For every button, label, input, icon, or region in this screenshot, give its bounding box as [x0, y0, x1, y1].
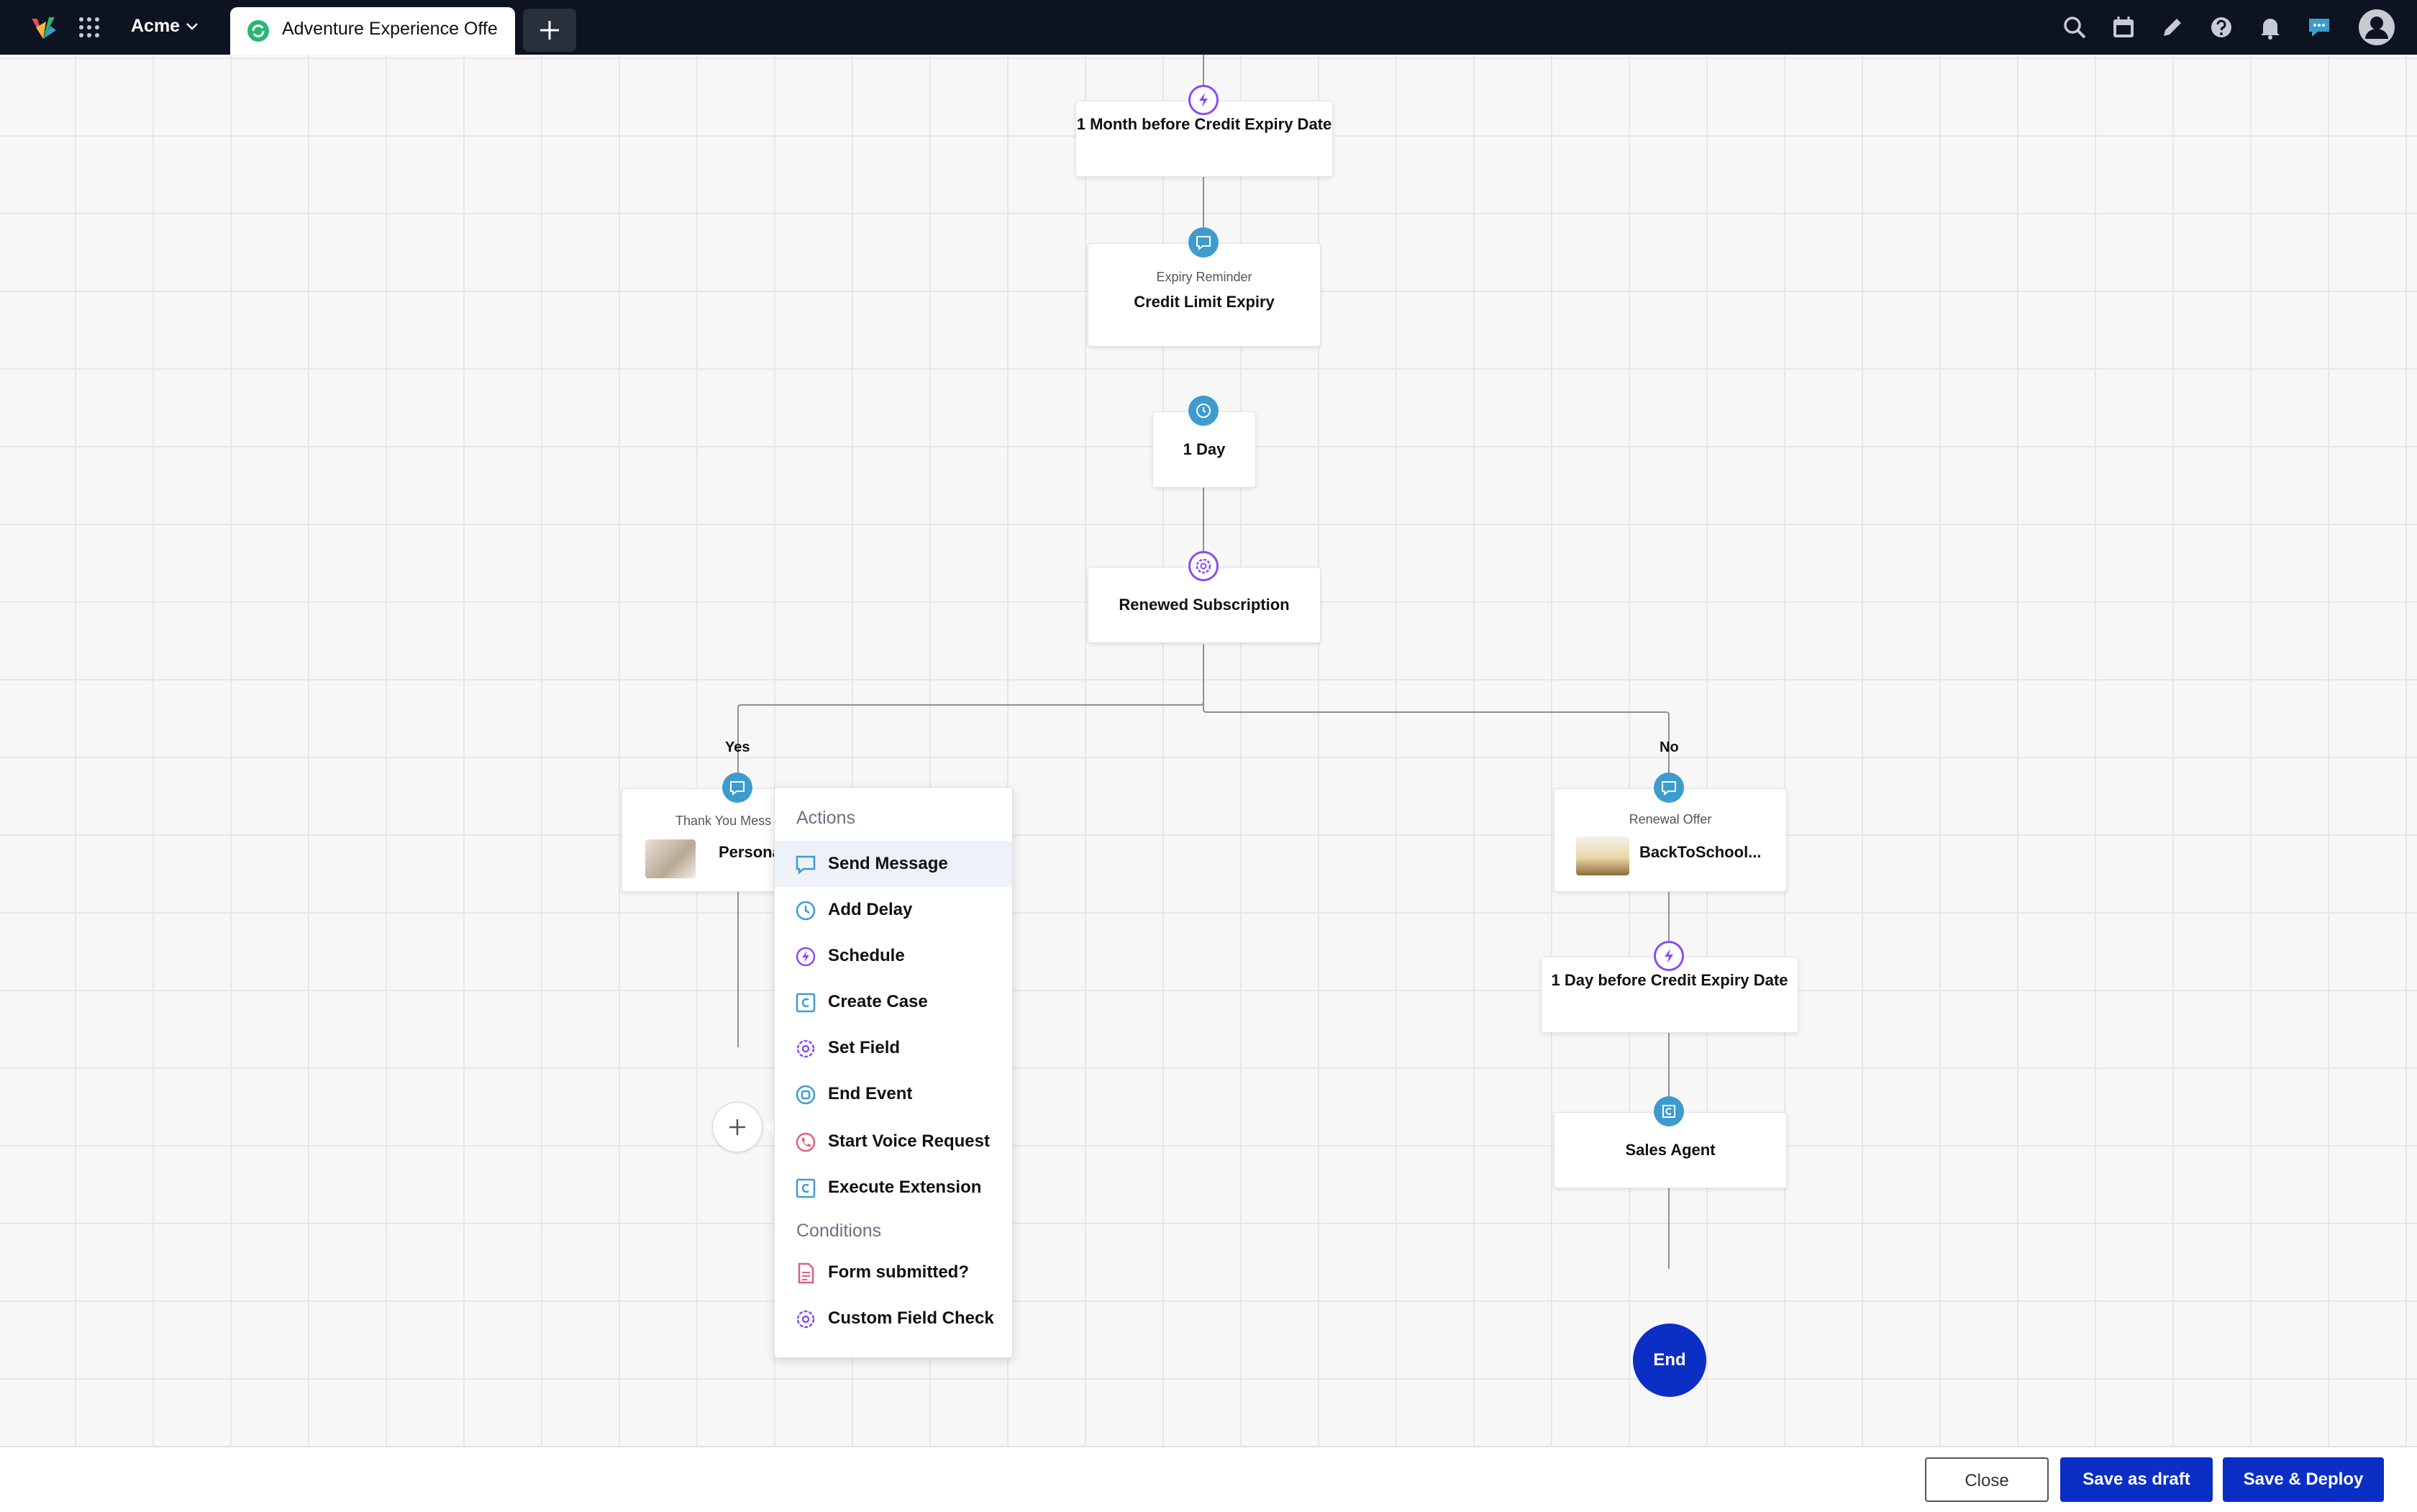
- plus-icon: [729, 1119, 745, 1135]
- workspace-switcher[interactable]: Acme: [131, 16, 180, 37]
- menu-item-send-message[interactable]: Send Message: [775, 841, 1012, 887]
- refresh-status-icon: [247, 20, 269, 42]
- message-icon: [1654, 773, 1684, 803]
- chat-icon[interactable]: [2306, 14, 2332, 40]
- menu-item-start-voice-request[interactable]: Start Voice Request: [775, 1119, 1012, 1165]
- phone-icon: [796, 1132, 816, 1152]
- case-icon: [1654, 1096, 1684, 1126]
- extension-icon: [796, 1178, 816, 1198]
- menu-item-create-case[interactable]: Create Case: [775, 979, 1012, 1025]
- gear-icon: [796, 1310, 815, 1329]
- menu-item-execute-extension[interactable]: Execute Extension: [775, 1165, 1012, 1211]
- footer-bar: Close Save as draft Save & Deploy: [0, 1446, 2417, 1512]
- save-and-deploy-button[interactable]: Save & Deploy: [2223, 1457, 2384, 1502]
- node-title: Persona: [719, 843, 781, 861]
- plus-icon: [540, 21, 559, 40]
- help-icon[interactable]: [2208, 14, 2234, 40]
- bolt-icon: [1188, 85, 1219, 115]
- add-step-button[interactable]: [712, 1102, 763, 1152]
- conditions-header: Conditions: [796, 1221, 882, 1241]
- branch-label-no: No: [1660, 739, 1679, 755]
- app-logo-icon[interactable]: [27, 14, 59, 40]
- bolt-icon: [1654, 941, 1684, 971]
- end-node[interactable]: End: [1633, 1324, 1706, 1397]
- chat-icon: [796, 855, 816, 875]
- gear-icon: [796, 1039, 815, 1058]
- message-thumbnail: [645, 839, 696, 878]
- actions-header: Actions: [796, 808, 855, 828]
- message-icon: [722, 773, 752, 803]
- node-subtitle: Thank You Mess: [675, 814, 772, 828]
- tab-label: Adventure Experience Offe: [282, 19, 498, 39]
- menu-item-set-field[interactable]: Set Field: [775, 1025, 1012, 1071]
- message-node-credit-limit-expiry[interactable]: Expiry Reminder Credit Limit Expiry: [1088, 243, 1321, 347]
- node-title: Credit Limit Expiry: [1134, 293, 1275, 311]
- close-button[interactable]: Close: [1925, 1457, 2049, 1502]
- flow-canvas[interactable]: 1 Month before Credit Expiry Date Expiry…: [0, 55, 2417, 1446]
- menu-item-form-submitted[interactable]: Form submitted?: [775, 1249, 1012, 1295]
- form-icon: [798, 1262, 814, 1284]
- menu-item-schedule[interactable]: Schedule: [775, 933, 1012, 979]
- new-tab-button[interactable]: [523, 9, 576, 52]
- stop-icon: [796, 1085, 816, 1105]
- message-thumbnail: [1576, 837, 1629, 875]
- branch-label-yes: Yes: [725, 739, 750, 755]
- calendar-icon[interactable]: [2111, 14, 2136, 40]
- message-node-renewal-offer[interactable]: Renewal Offer BackToSchool...: [1554, 788, 1787, 892]
- tab-adventure-experience[interactable]: Adventure Experience Offe: [230, 7, 515, 55]
- clock-icon: [1188, 396, 1219, 426]
- bolt-icon: [796, 947, 816, 967]
- clock-icon: [796, 901, 816, 921]
- bell-icon[interactable]: [2257, 14, 2283, 40]
- node-title: BackToSchool...: [1639, 843, 1762, 861]
- message-icon: [1188, 227, 1219, 258]
- search-icon[interactable]: [2062, 14, 2088, 40]
- add-step-menu: Actions Send Message Add Delay Schedule …: [774, 787, 1013, 1358]
- top-bar: Acme Adventure Experience Offe: [0, 0, 2417, 55]
- menu-item-end-event[interactable]: End Event: [775, 1071, 1012, 1117]
- menu-item-custom-field-check[interactable]: Custom Field Check: [775, 1295, 1012, 1342]
- save-as-draft-button[interactable]: Save as draft: [2060, 1457, 2213, 1502]
- app-grid-icon[interactable]: [78, 16, 101, 39]
- avatar[interactable]: [2358, 9, 2395, 46]
- gear-icon: [1188, 551, 1219, 581]
- case-icon: [796, 993, 816, 1013]
- pencil-icon[interactable]: [2159, 14, 2185, 40]
- chevron-down-icon[interactable]: [186, 22, 199, 32]
- menu-item-add-delay[interactable]: Add Delay: [775, 887, 1012, 933]
